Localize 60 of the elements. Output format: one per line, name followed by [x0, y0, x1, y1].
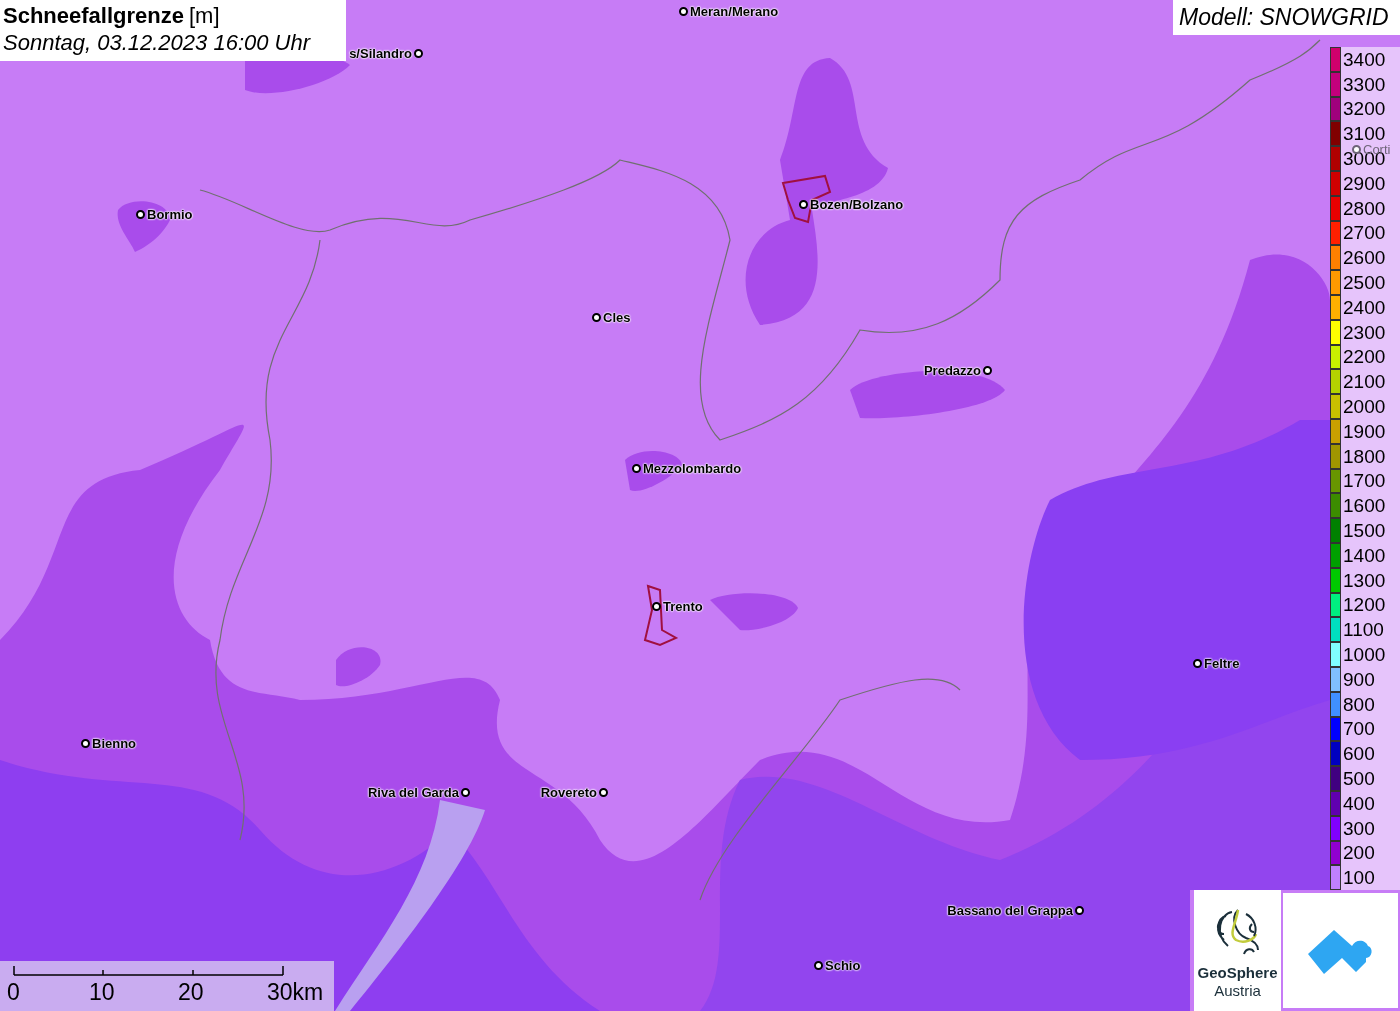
legend-label: 1800: [1343, 449, 1386, 463]
legend-label: 1600: [1343, 499, 1386, 513]
unit-label: [m]: [188, 3, 220, 29]
city-label: Meran/Merano: [690, 5, 779, 18]
legend-label: 500: [1343, 772, 1375, 785]
legend-label: 1200: [1343, 598, 1386, 612]
city-label: Bormio: [147, 208, 193, 221]
date-time-label: Sonntag, 03.12.2023 16:00 Uhr: [3, 29, 312, 57]
scale-label: 20: [178, 981, 204, 1004]
legend-label: 2900: [1343, 176, 1386, 190]
legend-label: 2300: [1343, 325, 1386, 339]
legend-label: 1300: [1343, 573, 1386, 587]
city-label: Predazzo: [923, 364, 981, 377]
scale-ruler-icon: [13, 966, 285, 976]
legend-label: 200: [1343, 846, 1375, 860]
city-label: Mezzolombardo: [643, 462, 742, 475]
legend-label: 1500: [1343, 524, 1386, 538]
city-label: Feltre: [1204, 657, 1240, 670]
legend-label: 2400: [1343, 300, 1386, 314]
legend-label: 1000: [1343, 648, 1386, 661]
legend-label: 2800: [1343, 201, 1386, 215]
legend-label: 300: [1343, 821, 1375, 835]
legend-label: 1900: [1343, 424, 1386, 438]
city-label: Cles: [603, 311, 631, 324]
map-title: Schneefallgrenze: [3, 3, 184, 29]
legend-label: 2600: [1343, 251, 1386, 265]
city-label: s/Silandro: [349, 47, 412, 60]
city-label: Bozen/Bolzano: [810, 198, 904, 211]
logo-subtitle: Austria: [1214, 982, 1261, 1000]
legend-label: 1100: [1343, 623, 1384, 637]
legend-label: 2000: [1343, 400, 1386, 414]
mountain-cloud-icon: [1307, 927, 1374, 974]
legend-label: 3100: [1343, 127, 1386, 141]
scale-label: 30km: [267, 981, 324, 1004]
city-label: Bassano del Grappa: [947, 904, 1073, 917]
legend-label: 900: [1343, 672, 1375, 686]
legend-label: 2200: [1343, 350, 1386, 364]
city-label: Riva del Garda: [367, 786, 459, 799]
legend-label: 100: [1343, 871, 1375, 885]
city-label: Schio: [825, 959, 861, 972]
legend-label: 2500: [1343, 276, 1386, 290]
legend-label: 1400: [1343, 548, 1386, 562]
city-label: Rovereto: [540, 786, 597, 799]
city-label: Bienno: [92, 737, 137, 750]
legend-label: 800: [1343, 697, 1375, 711]
legend-label: 2100: [1343, 375, 1386, 389]
legend-label: 3000: [1343, 152, 1386, 166]
legend-label: 3400: [1343, 52, 1386, 66]
legend-label: 1700: [1343, 474, 1386, 488]
scale-label: 0: [7, 981, 20, 1004]
logo-name: GeoSphere: [1197, 964, 1278, 982]
legend-label: 3200: [1343, 102, 1386, 116]
legend-label: 3300: [1343, 77, 1386, 91]
model-label: Modell: SNOWGRID: [1173, 0, 1400, 35]
legend-label: 400: [1343, 796, 1375, 810]
legend-label: 700: [1343, 722, 1375, 736]
scale-label: 10: [89, 981, 115, 1004]
legend-label: 2700: [1343, 226, 1386, 240]
city-label: Trento: [663, 600, 703, 613]
legend-label: 600: [1343, 747, 1375, 761]
